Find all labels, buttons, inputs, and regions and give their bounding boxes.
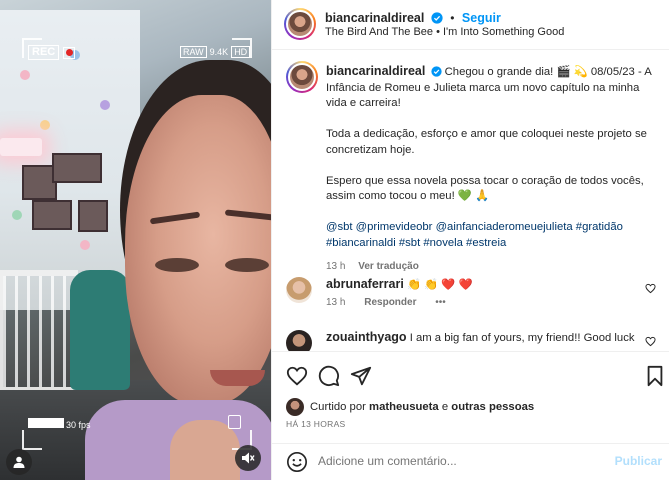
header-avatar[interactable] [284,8,316,40]
comment-like-heart-icon[interactable] [645,283,656,294]
background-person [70,270,130,390]
eye [155,258,199,272]
liked-by-others[interactable]: outras pessoas [451,401,534,413]
mouth [210,370,265,386]
tagged-user-button[interactable] [6,449,32,475]
wall-shelf [52,153,102,183]
comment-avatar[interactable] [286,277,312,303]
raw-indicator: RAW 9.4K HD [180,46,251,58]
viewfinder-corner [22,430,42,450]
caption-meta: 13 h Ver tradução [326,259,660,275]
caption: biancarinaldireal Chegou o grande dia! 🎬… [326,64,660,274]
hd-badge: HD [231,46,251,58]
verified-badge-icon [430,66,442,77]
wall-decoration [20,70,30,80]
wall-decoration [80,240,90,250]
caption-username[interactable]: biancarinaldireal [326,64,425,78]
liked-by-row: Curtido por matheusueta e outras pessoas [286,398,534,416]
pink-lamp [0,138,42,156]
post-header: biancarinaldireal • Seguir The Bird And … [272,0,669,50]
caption-line-2: Toda a dedicação, esforço e amor que col… [326,128,647,156]
comment-meta: 13 h Responder ••• [326,297,462,308]
post-media-video[interactable]: REC RAW 9.4K HD 30 fps [0,0,271,480]
verified-badge-icon [431,12,443,24]
comment-more-button[interactable]: ••• [435,297,446,308]
battery-bar [28,418,64,428]
comment-avatar[interactable] [286,330,312,351]
face [125,95,271,405]
add-comment-bar: Publicar [272,443,669,480]
header-separator: • [450,11,455,25]
eye [225,258,269,272]
comment-text: I am a big fan of yours, my friend!! Goo… [409,332,635,344]
hand [170,420,240,480]
emoji-smiley-icon[interactable] [286,451,308,473]
muted-speaker-icon [242,452,255,464]
audio-track-link[interactable]: The Bird And The Bee • I'm Into Somethin… [325,26,564,38]
header-user-row: biancarinaldireal • Seguir [325,9,501,27]
comment-time: 13 h [326,297,346,308]
publish-button[interactable]: Publicar [615,454,662,468]
liked-by-avatar[interactable] [286,398,304,416]
comment-username[interactable]: abrunaferrari [326,277,404,291]
comment-input[interactable] [318,454,598,468]
record-dot-icon [63,46,76,59]
rec-indicator: REC [28,45,76,60]
header-username[interactable]: biancarinaldireal [325,11,424,25]
raw-value: 9.4K [209,47,229,57]
fps-label: 30 fps [66,420,91,430]
comment-text-row: zouainthyago I am a big fan of yours, my… [326,330,646,346]
caption-and-comments: biancarinaldireal Chegou o grande dia! 🎬… [272,51,669,351]
save-bookmark-icon[interactable] [645,365,665,387]
raw-label: RAW [180,46,207,58]
wall-decoration [12,210,22,220]
rec-label: REC [28,45,60,60]
see-translation-link[interactable]: Ver tradução [358,261,419,272]
post-actions: Curtido por matheusueta e outras pessoas… [272,351,669,443]
document-icon [228,415,241,429]
post-details-panel: biancarinaldireal • Seguir The Bird And … [271,0,669,480]
caption-avatar[interactable] [286,61,318,93]
caption-hashtags[interactable]: @sbt @primevideobr @ainfanciaderomeuejul… [326,220,660,251]
wall-shelf [78,200,108,232]
like-heart-icon[interactable] [286,365,308,387]
comment-username[interactable]: zouainthyago [326,330,407,344]
comment-text: 👏 👏 ❤️ ❤️ [406,279,473,291]
wall-shelf [32,200,72,230]
crib [0,270,78,390]
share-send-icon[interactable] [350,365,372,387]
caption-line-3: Espero que essa novela possa tocar o cor… [326,174,644,203]
post-timestamp[interactable]: HÁ 13 HORAS [286,419,346,429]
comment-item: abrunaferrari 👏 👏 ❤️ ❤️ 13 h Responder •… [286,277,669,317]
mute-button[interactable] [235,445,261,471]
liked-by-prefix: Curtido por [310,401,366,413]
follow-button[interactable]: Seguir [462,11,501,25]
liked-by-user[interactable]: matheusueta [369,401,439,413]
user-icon [13,456,25,468]
reply-button[interactable]: Responder [364,297,416,308]
caption-time: 13 h [326,260,346,272]
comment-bubble-icon[interactable] [318,365,340,387]
liked-by-conjunction: e [441,401,449,413]
wall-decoration [40,120,50,130]
comment-item: zouainthyago I am a big fan of yours, my… [286,330,669,351]
comment-text-row: abrunaferrari 👏 👏 ❤️ ❤️ [326,277,646,293]
wall-decoration [100,100,110,110]
comment-like-heart-icon[interactable] [645,336,656,347]
